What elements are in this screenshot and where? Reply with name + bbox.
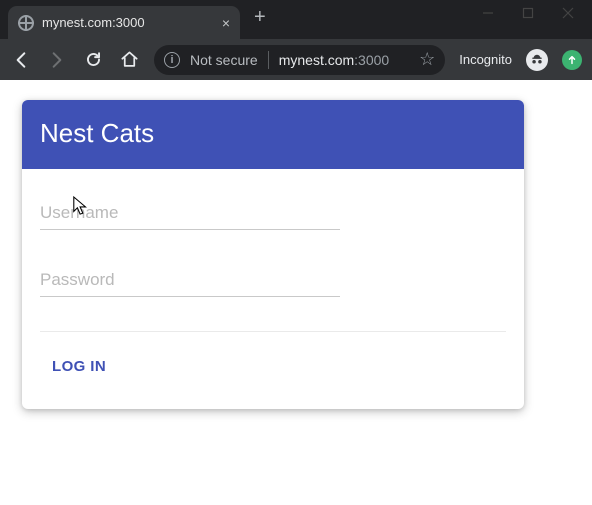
card-title: Nest Cats (22, 100, 524, 169)
login-card: Nest Cats LOG IN (22, 100, 524, 409)
separator (268, 51, 269, 69)
page-viewport: Nest Cats LOG IN (0, 80, 592, 505)
bookmark-star-icon[interactable]: ☆ (419, 49, 435, 70)
close-window-button[interactable] (562, 6, 574, 18)
incognito-icon (526, 49, 548, 71)
minimize-button[interactable] (482, 6, 494, 18)
close-tab-icon[interactable]: × (222, 15, 230, 31)
back-button[interactable] (10, 49, 32, 71)
maximize-button[interactable] (522, 6, 534, 18)
address-bar[interactable]: i Not secure mynest.com:3000 ☆ (154, 45, 445, 75)
extension-badge-icon[interactable] (562, 50, 582, 70)
password-input[interactable] (40, 264, 340, 297)
home-button[interactable] (118, 49, 140, 71)
username-input[interactable] (40, 197, 340, 230)
forward-button[interactable] (46, 49, 68, 71)
url-host: mynest.com (279, 52, 354, 68)
new-tab-button[interactable]: + (246, 6, 274, 33)
divider (40, 331, 506, 332)
browser-toolbar: i Not secure mynest.com:3000 ☆ Incognito (0, 39, 592, 80)
window-controls (482, 0, 592, 18)
tab-title: mynest.com:3000 (42, 15, 214, 30)
browser-tab[interactable]: mynest.com:3000 × (8, 6, 240, 39)
login-button[interactable]: LOG IN (40, 346, 118, 387)
card-body: LOG IN (22, 169, 524, 409)
incognito-label: Incognito (459, 52, 512, 67)
security-label: Not secure (190, 52, 258, 68)
url-port: :3000 (354, 52, 389, 68)
info-icon: i (164, 52, 180, 68)
url-text: mynest.com:3000 (279, 52, 390, 68)
globe-icon (18, 15, 34, 31)
reload-button[interactable] (82, 49, 104, 71)
